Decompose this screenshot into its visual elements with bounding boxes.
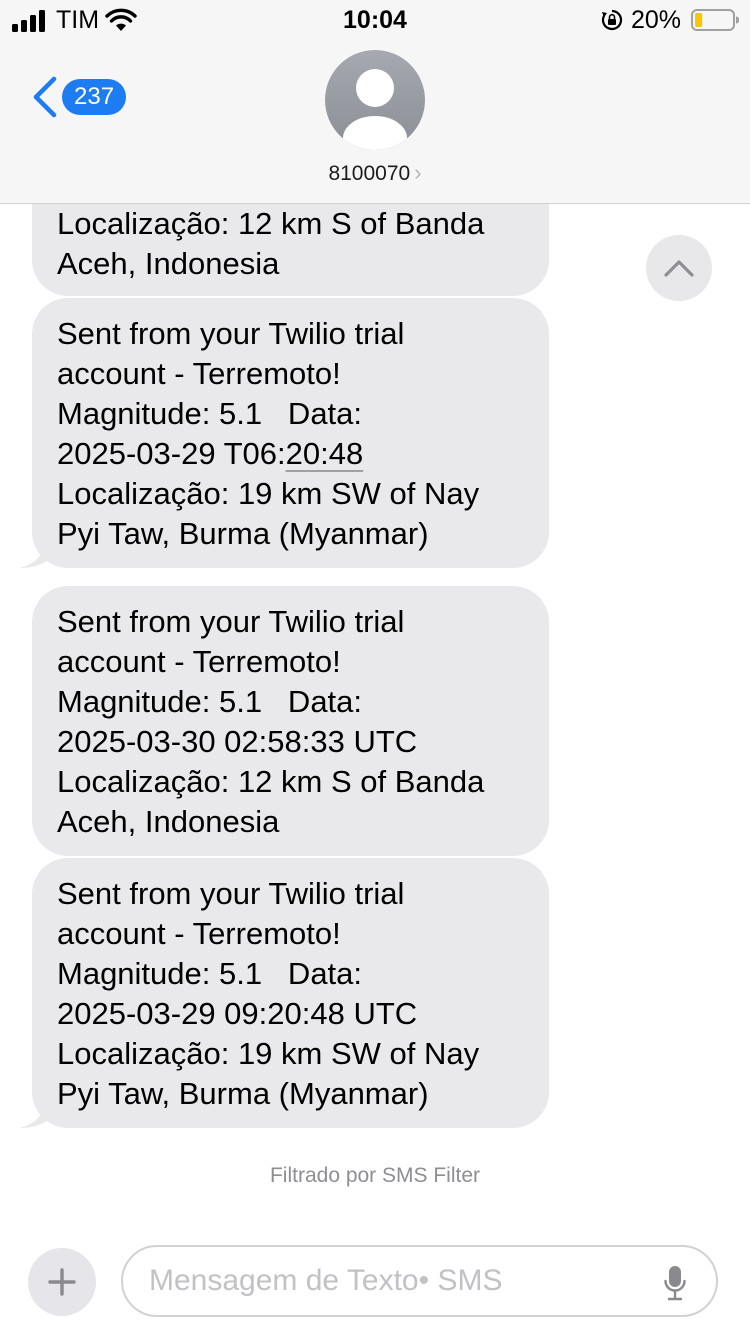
message-line-text: 2025-03-29 T06: <box>57 436 286 471</box>
message-line: account - Terremoto! <box>57 916 341 951</box>
message-bubble[interactable]: Sent from your Twilio trial account - Te… <box>20 298 549 568</box>
chevron-right-icon: › <box>414 160 422 185</box>
unread-count-badge: 237 <box>62 79 127 115</box>
message-line: Magnitude: 5.1 Data: <box>57 956 363 991</box>
battery-icon <box>691 9 739 31</box>
bubble-tail <box>20 1104 50 1128</box>
message-line: Localização: 12 km S of Banda <box>57 764 485 799</box>
message-input[interactable]: Mensagem de Texto• SMS <box>121 1245 718 1317</box>
message-input-placeholder: Mensagem de Texto• SMS <box>149 1264 503 1297</box>
sms-filter-note: Filtrado por SMS Filter <box>269 1164 481 1187</box>
message-line: Aceh, Indonesia <box>57 804 280 839</box>
message-line: Sent from your Twilio trial <box>57 604 405 639</box>
messages-screen: Localização: 12 km S of Banda Aceh, Indo… <box>0 0 750 1334</box>
message-line: Localização: 12 km S of Banda <box>57 206 485 241</box>
contact-avatar[interactable] <box>325 50 425 150</box>
message-line: Magnitude: 5.1 Data: <box>57 684 363 719</box>
message-line: Magnitude: 5.1 Data: <box>57 396 363 431</box>
scroll-up-chevron-icon <box>664 260 694 277</box>
microphone-icon[interactable] <box>664 1265 686 1301</box>
message-line: 2025-03-29 T06:20:48 <box>57 434 529 474</box>
avatar-icon <box>343 69 407 150</box>
message-line: Pyi Taw, Burma (Myanmar) <box>57 1076 429 1111</box>
back-chevron-icon <box>33 76 57 118</box>
message-bubble[interactable]: Sent from your Twilio trial account - Te… <box>32 586 549 856</box>
message-line: Sent from your Twilio trial <box>57 876 405 911</box>
plus-icon <box>48 1268 76 1296</box>
message-line: Aceh, Indonesia <box>57 246 280 281</box>
message-line: account - Terremoto! <box>57 644 341 679</box>
scroll-up-button[interactable] <box>646 235 712 301</box>
message-bubble[interactable]: Sent from your Twilio trial account - Te… <box>20 858 549 1128</box>
apps-plus-button[interactable] <box>28 1248 96 1316</box>
message-line: Pyi Taw, Burma (Myanmar) <box>57 516 429 551</box>
message-line: account - Terremoto! <box>57 356 341 391</box>
message-line: Localização: 19 km SW of Nay <box>57 476 480 511</box>
back-button[interactable]: 237 <box>30 74 130 120</box>
message-line: Sent from your Twilio trial <box>57 316 405 351</box>
contact-name: 8100070 <box>328 162 411 185</box>
time-link[interactable]: 20:48 <box>286 436 364 471</box>
contact-name-button[interactable]: 8100070 › <box>0 160 750 186</box>
battery-percentage: 20% <box>631 6 682 34</box>
message-line: 2025-03-29 09:20:48 UTC <box>57 996 418 1031</box>
conversation-header: TIM 10:04 20% 237 8100070 › <box>0 0 750 204</box>
bubble-tail <box>20 544 50 568</box>
orientation-lock-icon <box>601 9 623 31</box>
message-line: 2025-03-30 02:58:33 UTC <box>57 724 418 759</box>
message-line: Localização: 19 km SW of Nay <box>57 1036 480 1071</box>
status-bar: TIM 10:04 20% <box>0 0 750 44</box>
